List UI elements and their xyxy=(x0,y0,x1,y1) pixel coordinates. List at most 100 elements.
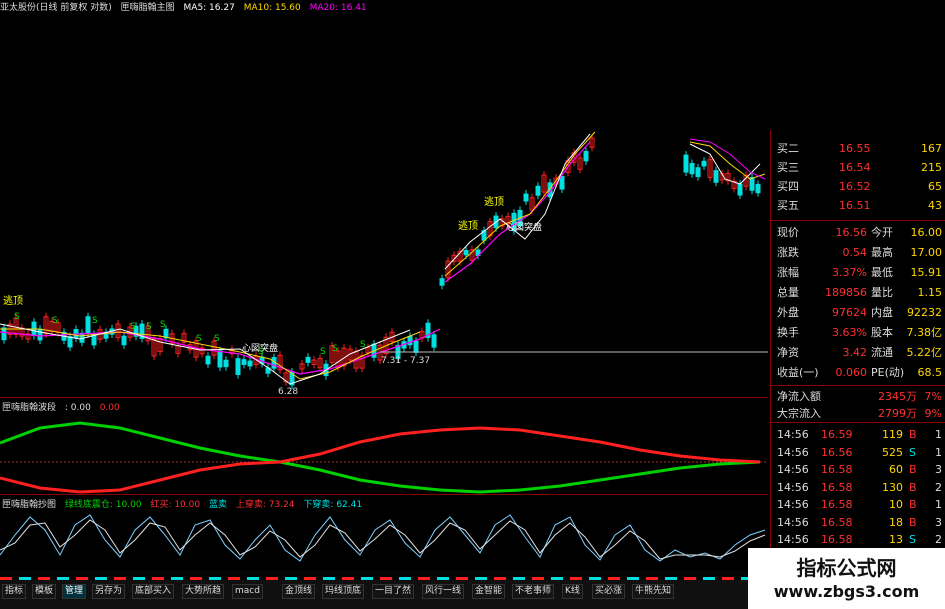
tick-count: 1 xyxy=(935,445,942,459)
ma10-label: MA10: 15.60 xyxy=(243,3,301,13)
quote-value: 0.54 xyxy=(842,246,868,259)
sell-s-marker: S xyxy=(332,344,338,354)
toolbar-button-2[interactable]: 管理 xyxy=(62,584,87,599)
candle-body xyxy=(755,183,761,194)
sell-s-marker: S xyxy=(14,312,20,322)
sell-s-marker: S xyxy=(160,320,166,330)
breakout-label-upper: 心図突盘 xyxy=(506,221,542,233)
toolbar-button-14[interactable]: 买必涨 xyxy=(592,584,626,599)
tick-volume: 18 xyxy=(889,515,903,529)
quote-row: 收益(一) 0.060 PE(动) 68.5 xyxy=(771,364,945,381)
toolbar-button-13[interactable]: K线 xyxy=(562,584,583,599)
tick-count: 1 xyxy=(935,498,942,511)
fund-flow-value: 2799万 xyxy=(878,407,917,420)
quote-value-2: 16.00 xyxy=(910,226,943,239)
sell-s-marker: S xyxy=(360,340,366,350)
toolbar-button-7[interactable]: 金顶线 xyxy=(282,584,316,599)
tick-volume: 130 xyxy=(882,480,903,494)
fund-flow-value: 2345万 xyxy=(878,390,917,403)
quote-row: 换手 3.63% 股本 7.38亿 xyxy=(771,324,945,341)
kline-svg: 逃顶 逃顶 逃顶 心図突盘 心図突盘 6.28 7.31 - 7.37 S S SS… xyxy=(0,131,788,397)
candle-body xyxy=(205,355,211,365)
candle-body xyxy=(683,154,689,173)
quote-value: 3.63% xyxy=(832,326,867,339)
tick-count: 2 xyxy=(935,533,942,546)
tick-side: S xyxy=(909,533,916,546)
candle-body xyxy=(1,327,7,341)
candle-body xyxy=(235,358,241,375)
quote-value-2: 92232 xyxy=(907,306,942,319)
indicator-name: 匣嗨脂翰主图 xyxy=(120,3,175,13)
signal-stripe xyxy=(0,570,768,583)
sell-s-marker: S xyxy=(320,347,326,357)
chart-title-bar: 亚太股份(日线 前复权 对数) 匣嗨脂翰主图 MA5: 16.27 MA10: … xyxy=(0,0,770,14)
sell-s-marker: S xyxy=(130,322,136,332)
sell-s-marker: S xyxy=(52,316,58,326)
candle-body xyxy=(407,335,413,346)
candle-body xyxy=(439,278,445,286)
quote-value-2: 15.91 xyxy=(910,266,943,279)
ma5-line-upper xyxy=(444,133,591,270)
tick-volume: 60 xyxy=(889,463,903,476)
quote-value-2: 7.38亿 xyxy=(906,326,943,339)
toolbar-button-12[interactable]: 不老事师 xyxy=(512,584,555,599)
tick-time: 14:56 xyxy=(777,498,809,511)
quote-value: 189856 xyxy=(825,286,867,299)
toolbar-button-3[interactable]: 另存为 xyxy=(92,584,126,599)
order-book-price: 16.51 xyxy=(839,199,871,212)
quote-label-2: 股本 xyxy=(871,326,893,339)
toolbar-button-10[interactable]: 风行一线 xyxy=(422,584,465,599)
order-book-row: 买三 16.54 215 xyxy=(771,159,945,176)
quote-row: 净资 3.42 流通 5.22亿 xyxy=(771,344,945,361)
candle-body xyxy=(121,335,127,346)
tick-count: 3 xyxy=(935,515,942,529)
toolbar-button-1[interactable]: 模板 xyxy=(32,584,57,599)
candle-body xyxy=(535,185,541,196)
fund-flow-label: 净流入额 xyxy=(777,390,821,403)
quote-label: 涨跌 xyxy=(777,246,799,259)
ma20-label: MA20: 16.41 xyxy=(309,3,367,13)
candle-body xyxy=(523,193,529,202)
toolbar-button-5[interactable]: 大势所趋 xyxy=(182,584,225,599)
toolbar-button-4[interactable]: 底部买入 xyxy=(132,584,175,599)
tick-volume: 525 xyxy=(882,445,903,459)
candle-body xyxy=(689,163,695,175)
tick-time: 14:56 xyxy=(777,445,809,459)
order-book-volume: 215 xyxy=(921,161,942,174)
quote-label: 净资 xyxy=(777,346,799,359)
candle-body xyxy=(463,249,469,256)
quote-label-2: 最低 xyxy=(871,266,893,279)
tick-side: B xyxy=(909,498,917,511)
band-indicator-panel[interactable]: 匣嗨脂翰波段 : 0.00 0.00 xyxy=(0,397,768,495)
candle-body xyxy=(247,360,253,367)
main-kline-chart[interactable]: 逃顶 逃顶 逃顶 心図突盘 心図突盘 6.28 7.31 - 7.37 SSSS… xyxy=(0,14,788,398)
toolbar-button-0[interactable]: 指标 xyxy=(2,584,27,599)
quote-row: 涨幅 3.37% 最低 15.91 xyxy=(771,264,945,281)
toolbar-button-9[interactable]: 一目了然 xyxy=(372,584,415,599)
toolbar-button-11[interactable]: 金智能 xyxy=(472,584,506,599)
tick-row: 14:56 16.58 130 B 2 xyxy=(771,479,945,496)
order-book-row: 买二 16.55 167 xyxy=(771,140,945,157)
candle-body xyxy=(67,336,73,348)
order-book-row: 买四 16.52 65 xyxy=(771,178,945,195)
oscillator-panel[interactable]: 匣嗨脂翰抄图 绿线底震仓: 10.00 红买: 10.00 蓝卖 上穿卖: 73… xyxy=(0,494,768,572)
toolbar-button-15[interactable]: 牛熊先知 xyxy=(632,584,675,599)
tick-time: 14:56 xyxy=(777,428,809,441)
quote-value: 3.42 xyxy=(842,346,868,359)
oscillator-svg xyxy=(0,514,766,562)
tick-side: B xyxy=(909,480,917,494)
sell-s-marker: S xyxy=(258,347,264,357)
toolbar-button-8[interactable]: 玛线顶底 xyxy=(322,584,365,599)
toolbar-button-6[interactable]: macd xyxy=(232,584,263,599)
candle-body xyxy=(413,340,419,353)
quote-value: 3.37% xyxy=(832,266,867,279)
quote-value-2: 68.5 xyxy=(917,366,943,379)
quote-row: 外盘 97624 内盘 92232 xyxy=(771,304,945,321)
escape-label-top: 逃顶 xyxy=(484,195,504,208)
tick-row: 14:56 16.58 10 B 1 xyxy=(771,496,945,513)
band-indicator-svg xyxy=(0,421,768,494)
fund-flow-pct: 9% xyxy=(924,407,942,420)
order-book-price: 16.55 xyxy=(839,142,871,155)
quote-label: 现价 xyxy=(777,226,799,239)
tick-row: 14:56 16.56 525 S 1 xyxy=(771,444,945,461)
